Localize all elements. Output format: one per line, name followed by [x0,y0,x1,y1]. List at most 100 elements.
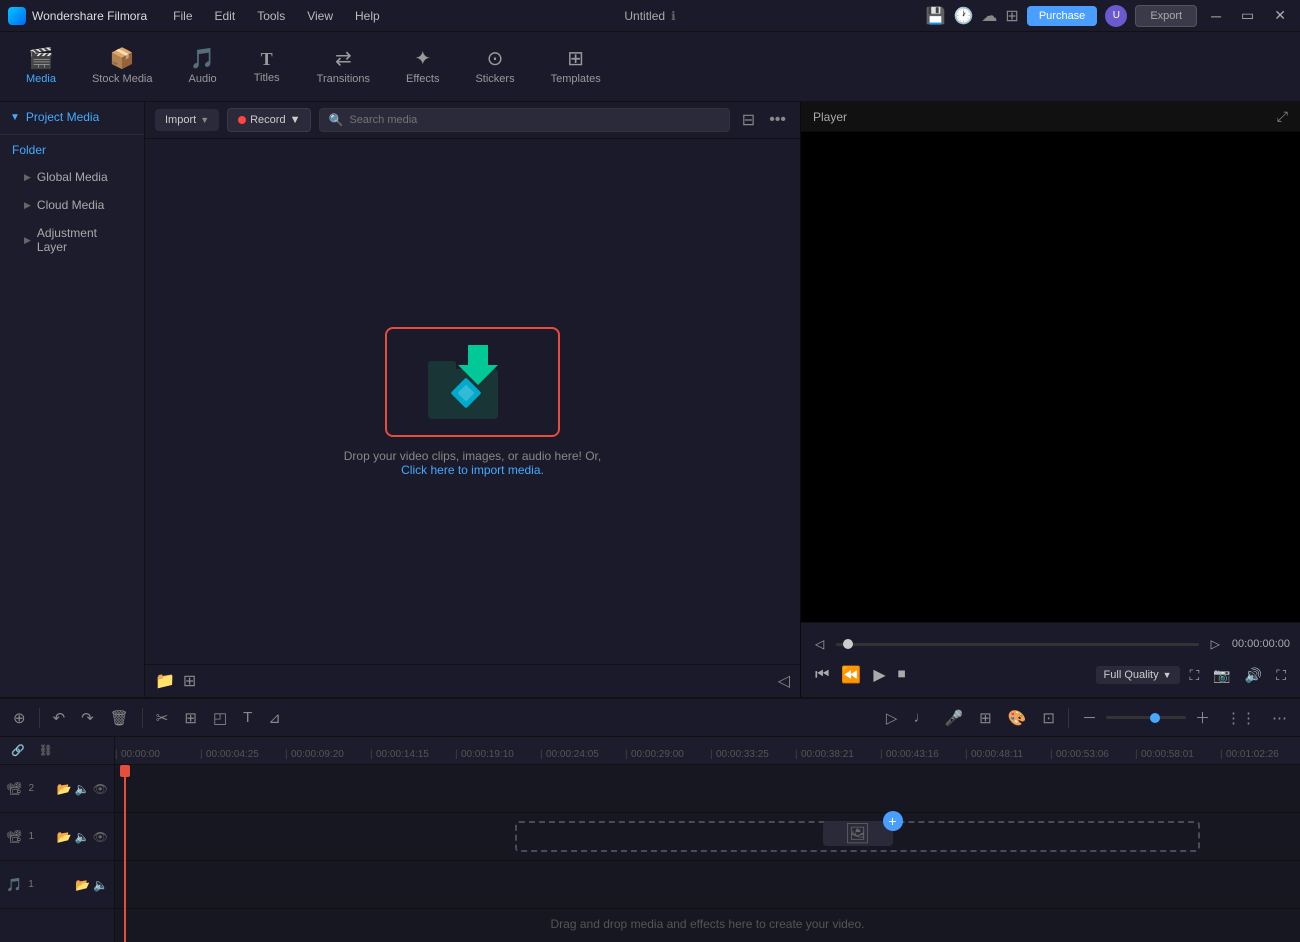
grid-view-button[interactable]: ⊞ [183,671,196,691]
player-label: Player [813,110,847,124]
playhead[interactable] [124,765,126,942]
filter-icon[interactable]: ⊟ [738,108,759,132]
track-a1-mute[interactable]: 🔈 [93,878,108,892]
collapse-panel-button[interactable]: ◁ [778,671,790,691]
track-head-link-button[interactable]: ⛓ [34,741,58,760]
nav-effects[interactable]: ✦ Effects [390,43,455,91]
playback-progress[interactable] [836,643,1198,646]
timeline-options-button[interactable]: ⋯ [1267,706,1292,730]
history-icon[interactable]: 🕐 [954,6,974,26]
timeline-drop-zone[interactable]: 🖼 + [515,821,1200,852]
track-a1-folder[interactable]: 📂 [75,878,90,892]
fit-screen-button[interactable]: ⛶ [1186,663,1204,688]
keyframe-button[interactable]: ⊿ [263,706,286,730]
redo-button[interactable]: ↷ [76,706,99,730]
close-button[interactable]: ✕ [1268,5,1292,26]
folder-label: Folder [12,143,46,157]
trim-in-button[interactable]: ◁ [811,633,828,655]
menu-help[interactable]: Help [345,5,390,27]
crop-button[interactable]: ⛶ [1272,663,1290,688]
panel-settings-button[interactable]: ⊞ [974,706,997,730]
mic-button[interactable]: 🎤 [939,706,968,730]
track-v1-mute[interactable]: 🔈 [75,830,90,844]
minimize-button[interactable]: ─ [1205,6,1227,26]
add-track-button[interactable]: ⊕ [8,706,31,730]
import-button[interactable]: Import ▼ [155,109,219,131]
more-options-icon[interactable]: ••• [765,108,790,132]
import-link[interactable]: Click here to import media. [401,463,544,477]
cloud-media-label: Cloud Media [37,198,104,212]
player-controls: ◁ ▷ 00:00:00:00 ⏮ ⏪ ▶ ⏹ Full Quality ▼ [801,622,1300,697]
track-head-lock-button[interactable]: 🔗 [6,741,30,760]
volume-button[interactable]: 🔊 [1241,663,1266,688]
stop-button[interactable]: ⏹ [894,662,910,688]
sidebar-item-global-media[interactable]: ▶ Global Media [0,163,144,191]
progress-thumb[interactable] [843,639,853,649]
trim-out-button[interactable]: ▷ [1207,633,1224,655]
adjustment-label: Adjustment Layer [37,226,130,254]
track-row-a1 [115,861,1300,909]
export-button[interactable]: Export [1135,5,1197,27]
track-control-v1: 📽 1 📂 🔈 👁 [0,813,114,861]
save-icon[interactable]: 💾 [926,6,946,26]
quality-select[interactable]: Full Quality ▼ [1096,666,1180,684]
sidebar-item-adjustment-layer[interactable]: ▶ Adjustment Layer [0,219,144,261]
play-button[interactable]: ▶ [869,661,889,689]
sidebar-item-cloud-media[interactable]: ▶ Cloud Media [0,191,144,219]
timeline-add-button[interactable]: + [883,811,903,831]
ruler-mark-8: 00:00:38:21 [795,749,880,760]
track-v2-eye[interactable]: 👁 [93,782,108,796]
player-fullscreen-icon[interactable]: ⤢ [1277,108,1288,125]
maximize-button[interactable]: ▭ [1235,5,1260,26]
track-v1-eye[interactable]: 👁 [93,830,108,844]
beat-sync-button[interactable]: ♩ [908,706,933,729]
nav-stock-media[interactable]: 📦 Stock Media [76,43,169,91]
nav-transitions[interactable]: ⇄ Transitions [301,43,386,91]
track-v1-folder[interactable]: 📂 [57,830,72,844]
avatar: U [1105,5,1127,27]
purchase-button[interactable]: Purchase [1027,6,1097,26]
ruler-mark-4: 00:00:19:10 [455,749,540,760]
nav-titles[interactable]: T Titles [237,44,297,90]
search-input[interactable] [349,114,720,126]
nav-audio[interactable]: 🎵 Audio [173,43,233,91]
new-folder-button[interactable]: 📁 [155,671,175,691]
text-button[interactable]: T [238,706,257,729]
adjustment-chevron: ▶ [24,235,31,246]
nav-audio-label: Audio [189,73,217,85]
drop-text: Drop your video clips, images, or audio … [344,449,601,477]
rewind-button[interactable]: ⏮ [811,662,833,688]
undo-button[interactable]: ↶ [48,706,71,730]
menu-tools[interactable]: Tools [247,5,295,27]
delete-button[interactable]: 🗑 [105,706,134,730]
render-preview-button[interactable]: ▷ [881,706,903,730]
record-button[interactable]: Record ▼ [227,108,311,132]
zoom-in-button[interactable]: ＋ [1190,704,1215,731]
sidebar-item-folder[interactable]: Folder [0,137,144,163]
ruler-mark-5: 00:00:24:05 [540,749,625,760]
timeline-more-button[interactable]: ⋮⋮ [1221,706,1261,730]
cloud-icon[interactable]: ☁ [981,6,997,26]
track-v2-mute[interactable]: 🔈 [75,782,90,796]
crop-tl-button[interactable]: ◰ [208,706,232,730]
menu-file[interactable]: File [163,5,202,27]
menu-edit[interactable]: Edit [205,5,246,27]
menu-view[interactable]: View [297,5,343,27]
snapshot-button[interactable]: 📷 [1209,663,1234,688]
step-back-button[interactable]: ⏪ [837,661,865,689]
nav-templates[interactable]: ⊞ Templates [535,43,617,91]
cut-button[interactable]: ✂ [151,706,174,730]
zoom-bar[interactable] [1106,716,1186,719]
grid-icon[interactable]: ⊞ [1005,6,1018,26]
pip-button[interactable]: ⊡ [1037,706,1060,730]
split-button[interactable]: ⊞ [179,706,202,730]
ruler-mark-12: 00:00:58:01 [1135,749,1220,760]
panel-divider-1 [0,134,144,135]
zoom-out-button[interactable]: － [1077,704,1102,731]
match-color-button[interactable]: 🎨 [1003,706,1032,730]
zoom-thumb[interactable] [1150,713,1160,723]
nav-media[interactable]: 🎬 Media [10,43,72,91]
nav-stickers[interactable]: ⊙ Stickers [459,43,530,91]
track-v2-folder[interactable]: 📂 [57,782,72,796]
drop-zone-illustration [413,337,533,427]
